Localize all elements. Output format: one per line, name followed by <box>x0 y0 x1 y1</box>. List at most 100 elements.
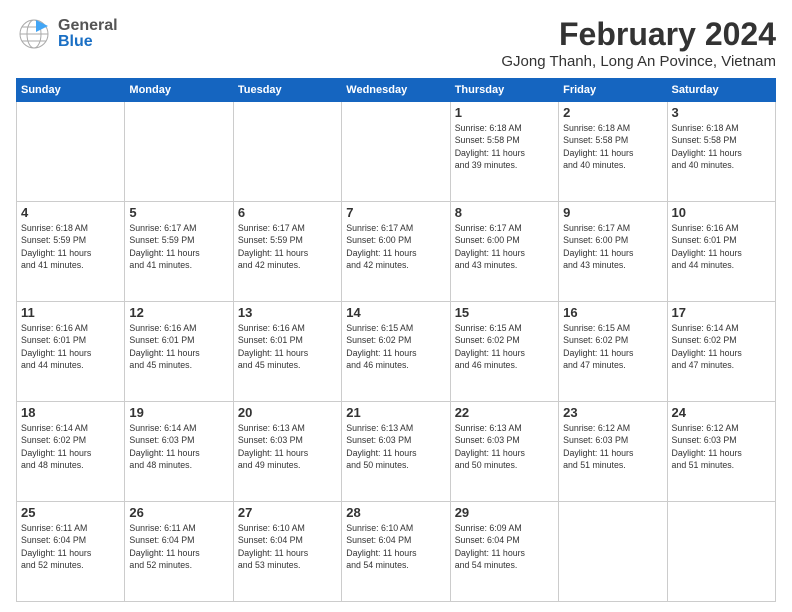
col-friday: Friday <box>559 79 667 102</box>
table-row: 10Sunrise: 6:16 AM Sunset: 6:01 PM Dayli… <box>667 202 775 302</box>
table-row: 16Sunrise: 6:15 AM Sunset: 6:02 PM Dayli… <box>559 302 667 402</box>
calendar-subtitle: GJong Thanh, Long An Povince, Vietnam <box>501 53 776 70</box>
day-info: Sunrise: 6:10 AM Sunset: 6:04 PM Dayligh… <box>346 522 445 571</box>
logo: General Blue <box>16 16 118 52</box>
table-row <box>342 102 450 202</box>
day-number: 22 <box>455 405 554 420</box>
table-row <box>667 502 775 602</box>
calendar-week-0: 1 Sunrise: 6:18 AM Sunset: 5:58 PM Daylig… <box>17 102 776 202</box>
header: General Blue February 2024 GJong Thanh, … <box>16 16 776 70</box>
table-row: 11 Sunrise: 6:16 AM Sunset: 6:01 PM Dayli… <box>17 302 125 402</box>
calendar-header-row: Sunday Monday Tuesday Wednesday Thursday… <box>17 79 776 102</box>
table-row: 7 Sunrise: 6:17 AM Sunset: 6:00 PM Daylig… <box>342 202 450 302</box>
day-info: Sunrise: 6:14 AM Sunset: 6:03 PM Dayligh… <box>129 422 228 471</box>
day-info: Sunrise: 6:11 AM Sunset: 6:04 PM Dayligh… <box>21 522 120 571</box>
day-info: Sunrise: 6:17 AM Sunset: 5:59 PM Dayligh… <box>129 222 228 271</box>
day-number: 1 <box>455 105 554 120</box>
day-info: Sunrise: 6:13 AM Sunset: 6:03 PM Dayligh… <box>238 422 337 471</box>
day-number: 20 <box>238 405 337 420</box>
day-info: Sunrise: 6:09 AM Sunset: 6:04 PM Dayligh… <box>455 522 554 571</box>
day-number: 15 <box>455 305 554 320</box>
col-saturday: Saturday <box>667 79 775 102</box>
day-number: 5 <box>129 205 228 220</box>
day-number: 4 <box>21 205 120 220</box>
table-row: 17 Sunrise: 6:14 AM Sunset: 6:02 PM Dayli… <box>667 302 775 402</box>
table-row: 3 Sunrise: 6:18 AM Sunset: 5:58 PM Daylig… <box>667 102 775 202</box>
calendar-title: February 2024 <box>501 16 776 53</box>
day-info: Sunrise: 6:18 AM Sunset: 5:58 PM Dayligh… <box>563 122 662 171</box>
day-info: Sunrise: 6:18 AM Sunset: 5:58 PM Dayligh… <box>455 122 554 171</box>
day-info: Sunrise: 6:12 AM Sunset: 6:03 PM Dayligh… <box>563 422 662 471</box>
table-row <box>559 502 667 602</box>
calendar-week-4: 25 Sunrise: 6:11 AM Sunset: 6:04 PM Dayli… <box>17 502 776 602</box>
day-info: Sunrise: 6:16 AM Sunset: 6:01 PM Dayligh… <box>21 322 120 371</box>
day-info: Sunrise: 6:15 AM Sunset: 6:02 PM Dayligh… <box>346 322 445 371</box>
day-info: Sunrise: 6:12 AM Sunset: 6:03 PM Dayligh… <box>672 422 771 471</box>
day-number: 3 <box>672 105 771 120</box>
table-row: 20 Sunrise: 6:13 AM Sunset: 6:03 PM Dayli… <box>233 402 341 502</box>
table-row: 15 Sunrise: 6:15 AM Sunset: 6:02 PM Dayli… <box>450 302 558 402</box>
table-row: 9 Sunrise: 6:17 AM Sunset: 6:00 PM Daylig… <box>559 202 667 302</box>
day-info: Sunrise: 6:16 AM Sunset: 6:01 PM Dayligh… <box>238 322 337 371</box>
day-info: Sunrise: 6:17 AM Sunset: 5:59 PM Dayligh… <box>238 222 337 271</box>
logo-icon <box>16 16 52 52</box>
table-row: 25 Sunrise: 6:11 AM Sunset: 6:04 PM Dayli… <box>17 502 125 602</box>
page: General Blue February 2024 GJong Thanh, … <box>0 0 792 612</box>
table-row <box>17 102 125 202</box>
day-info: Sunrise: 6:15 AM Sunset: 6:02 PM Dayligh… <box>455 322 554 371</box>
day-info: Sunrise: 6:17 AM Sunset: 6:00 PM Dayligh… <box>346 222 445 271</box>
table-row: 18 Sunrise: 6:14 AM Sunset: 6:02 PM Dayli… <box>17 402 125 502</box>
day-number: 21 <box>346 405 445 420</box>
day-number: 18 <box>21 405 120 420</box>
calendar-table: Sunday Monday Tuesday Wednesday Thursday… <box>16 78 776 602</box>
table-row: 23 Sunrise: 6:12 AM Sunset: 6:03 PM Dayli… <box>559 402 667 502</box>
day-info: Sunrise: 6:18 AM Sunset: 5:58 PM Dayligh… <box>672 122 771 171</box>
day-info: Sunrise: 6:13 AM Sunset: 6:03 PM Dayligh… <box>346 422 445 471</box>
day-info: Sunrise: 6:14 AM Sunset: 6:02 PM Dayligh… <box>21 422 120 471</box>
day-number: 11 <box>21 305 120 320</box>
col-monday: Monday <box>125 79 233 102</box>
day-number: 19 <box>129 405 228 420</box>
table-row: 12Sunrise: 6:16 AM Sunset: 6:01 PM Dayli… <box>125 302 233 402</box>
table-row: 28 Sunrise: 6:10 AM Sunset: 6:04 PM Dayli… <box>342 502 450 602</box>
calendar-week-3: 18 Sunrise: 6:14 AM Sunset: 6:02 PM Dayli… <box>17 402 776 502</box>
day-info: Sunrise: 6:14 AM Sunset: 6:02 PM Dayligh… <box>672 322 771 371</box>
col-tuesday: Tuesday <box>233 79 341 102</box>
day-number: 13 <box>238 305 337 320</box>
day-number: 23 <box>563 405 662 420</box>
table-row: 14Sunrise: 6:15 AM Sunset: 6:02 PM Dayli… <box>342 302 450 402</box>
calendar-week-1: 4 Sunrise: 6:18 AM Sunset: 5:59 PM Daylig… <box>17 202 776 302</box>
table-row: 4 Sunrise: 6:18 AM Sunset: 5:59 PM Daylig… <box>17 202 125 302</box>
day-number: 24 <box>672 405 771 420</box>
day-info: Sunrise: 6:13 AM Sunset: 6:03 PM Dayligh… <box>455 422 554 471</box>
day-number: 25 <box>21 505 120 520</box>
title-block: February 2024 GJong Thanh, Long An Povin… <box>501 16 776 70</box>
day-info: Sunrise: 6:18 AM Sunset: 5:59 PM Dayligh… <box>21 222 120 271</box>
table-row: 13 Sunrise: 6:16 AM Sunset: 6:01 PM Dayli… <box>233 302 341 402</box>
day-number: 28 <box>346 505 445 520</box>
table-row <box>125 102 233 202</box>
day-number: 29 <box>455 505 554 520</box>
day-info: Sunrise: 6:17 AM Sunset: 6:00 PM Dayligh… <box>455 222 554 271</box>
day-info: Sunrise: 6:10 AM Sunset: 6:04 PM Dayligh… <box>238 522 337 571</box>
day-info: Sunrise: 6:16 AM Sunset: 6:01 PM Dayligh… <box>129 322 228 371</box>
table-row: 29 Sunrise: 6:09 AM Sunset: 6:04 PM Dayli… <box>450 502 558 602</box>
day-number: 8 <box>455 205 554 220</box>
table-row: 8 Sunrise: 6:17 AM Sunset: 6:00 PM Daylig… <box>450 202 558 302</box>
day-number: 6 <box>238 205 337 220</box>
table-row: 6 Sunrise: 6:17 AM Sunset: 5:59 PM Daylig… <box>233 202 341 302</box>
table-row <box>233 102 341 202</box>
day-info: Sunrise: 6:16 AM Sunset: 6:01 PM Dayligh… <box>672 222 771 271</box>
col-thursday: Thursday <box>450 79 558 102</box>
day-info: Sunrise: 6:11 AM Sunset: 6:04 PM Dayligh… <box>129 522 228 571</box>
day-number: 7 <box>346 205 445 220</box>
day-number: 9 <box>563 205 662 220</box>
table-row: 19 Sunrise: 6:14 AM Sunset: 6:03 PM Dayli… <box>125 402 233 502</box>
logo-blue-text: Blue <box>58 34 118 50</box>
table-row: 24 Sunrise: 6:12 AM Sunset: 6:03 PM Dayli… <box>667 402 775 502</box>
table-row: 21 Sunrise: 6:13 AM Sunset: 6:03 PM Dayli… <box>342 402 450 502</box>
day-info: Sunrise: 6:17 AM Sunset: 6:00 PM Dayligh… <box>563 222 662 271</box>
logo-general-text: General <box>58 18 118 34</box>
day-number: 17 <box>672 305 771 320</box>
logo-text: General Blue <box>58 18 118 50</box>
